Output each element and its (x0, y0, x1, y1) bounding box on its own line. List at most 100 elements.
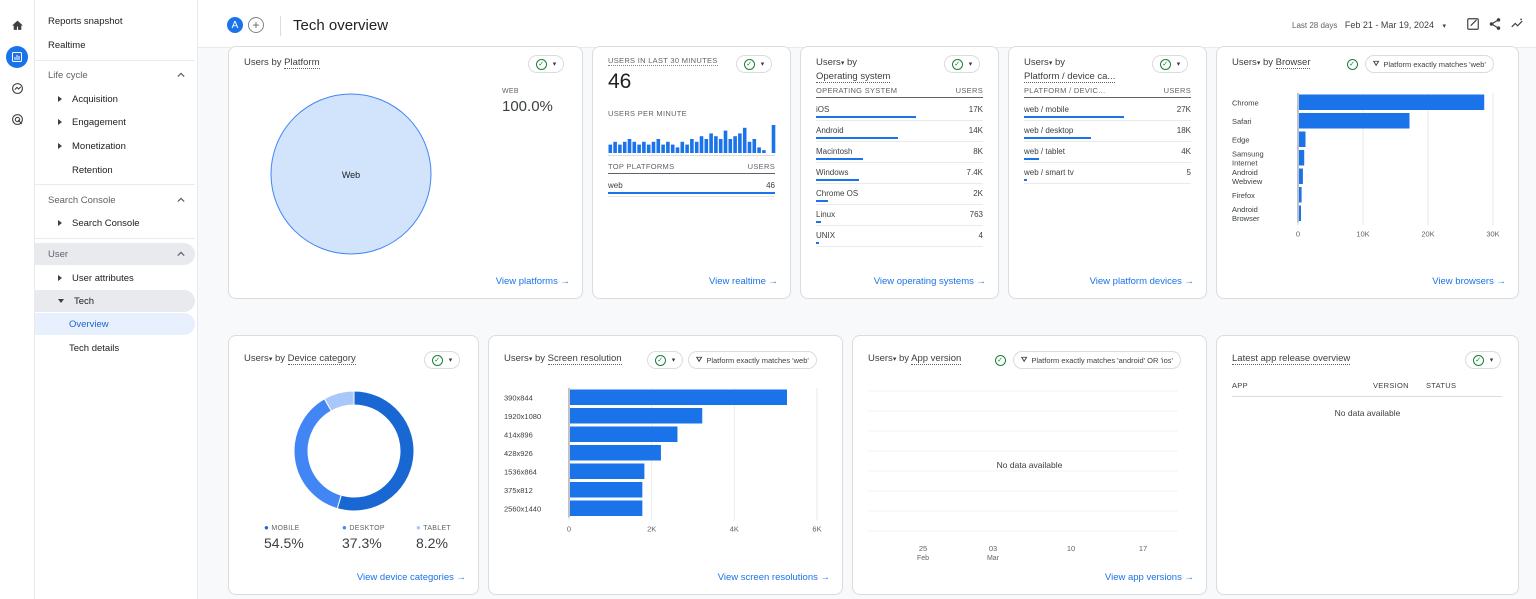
bar[interactable] (570, 500, 643, 517)
compare-check-button[interactable]: ✓ ▾ (528, 55, 564, 73)
minute-bar[interactable] (771, 125, 776, 153)
bar[interactable] (570, 426, 678, 443)
minute-bar[interactable] (733, 136, 737, 153)
view-os-link[interactable]: View operating systems → (874, 276, 986, 287)
dimension-picker[interactable]: Screen resolution (547, 353, 622, 365)
minute-bar[interactable] (651, 141, 656, 153)
minute-bar[interactable] (685, 144, 689, 153)
minute-bar[interactable] (642, 141, 646, 153)
customize-report-icon[interactable] (1466, 17, 1480, 31)
minute-bar[interactable] (709, 133, 713, 153)
view-platform-devices-link[interactable]: View platform devices → (1090, 276, 1194, 287)
nav-reports-snapshot[interactable]: Reports snapshot (35, 10, 195, 32)
minute-bar[interactable] (762, 150, 766, 153)
bar[interactable] (1299, 131, 1306, 148)
minute-bar[interactable] (661, 144, 665, 153)
bar[interactable] (1299, 187, 1302, 203)
nav-monetization[interactable]: Monetization (35, 135, 195, 157)
bar[interactable] (570, 463, 645, 480)
bar[interactable] (570, 482, 643, 498)
view-screen-resolutions-link[interactable]: View screen resolutions → (718, 572, 830, 583)
insights-icon[interactable] (1510, 17, 1524, 31)
table-row[interactable]: web / tablet 4K (1024, 143, 1191, 163)
table-row[interactable]: Linux 763 (816, 206, 983, 226)
view-platforms-link[interactable]: View platforms → (496, 276, 570, 287)
add-comparison-button[interactable]: + (248, 17, 264, 33)
table-row[interactable]: web 46 (608, 177, 775, 197)
minute-bar[interactable] (627, 139, 632, 153)
bar[interactable] (1299, 94, 1485, 111)
dimension-picker[interactable]: App version (911, 353, 962, 365)
nav-section-user[interactable]: User (35, 243, 195, 265)
nav-acquisition[interactable]: Acquisition (35, 88, 195, 110)
dimension-picker[interactable]: Device category (287, 353, 356, 365)
minute-bar[interactable] (675, 147, 680, 153)
dimension-picker[interactable]: Platform (284, 57, 320, 69)
minute-bar[interactable] (632, 141, 637, 153)
nav-realtime[interactable]: Realtime (35, 34, 195, 56)
bar[interactable] (570, 408, 703, 424)
minute-bar[interactable] (690, 139, 694, 153)
minute-bar[interactable] (714, 136, 718, 153)
bar[interactable] (1299, 205, 1301, 222)
nav-search-console[interactable]: Search Console (35, 212, 195, 234)
minute-bar[interactable] (666, 141, 670, 153)
minute-bar[interactable] (637, 144, 641, 153)
compare-check-button[interactable]: ✓ ▾ (1465, 351, 1501, 369)
nav-tech-details[interactable]: Tech details (35, 337, 195, 359)
view-app-versions-link[interactable]: View app versions → (1105, 572, 1194, 583)
nav-retention[interactable]: Retention (35, 159, 195, 181)
compare-check-button[interactable]: ✓ ▾ (647, 351, 683, 369)
comparison-avatar[interactable]: A (227, 17, 243, 33)
nav-user-attributes[interactable]: User attributes (35, 267, 195, 289)
minute-bar[interactable] (618, 144, 622, 153)
donut-slice[interactable] (293, 398, 342, 510)
compare-check-button[interactable]: ✓ ▾ (944, 55, 980, 73)
minute-bar[interactable] (738, 133, 742, 153)
minute-bar[interactable] (680, 141, 685, 153)
bar[interactable] (570, 445, 661, 461)
nav-tech[interactable]: Tech (35, 290, 195, 312)
compare-check-button[interactable]: ✓ (991, 351, 1009, 369)
minute-bar[interactable] (718, 139, 723, 153)
table-row[interactable]: Macintosh 8K (816, 143, 983, 163)
minute-bar[interactable] (757, 147, 761, 153)
table-row[interactable]: web / smart tv 5 (1024, 164, 1191, 184)
reports-icon[interactable] (6, 46, 28, 68)
nav-overview[interactable]: Overview (35, 313, 195, 335)
compare-check-button[interactable]: ✓ ▾ (424, 351, 460, 369)
minute-bar[interactable] (752, 139, 757, 153)
minute-bar[interactable] (704, 139, 709, 153)
table-row[interactable]: web / desktop 18K (1024, 122, 1191, 142)
bar[interactable] (1299, 150, 1305, 166)
table-row[interactable]: Windows 7.4K (816, 164, 983, 184)
bar[interactable] (1299, 168, 1303, 185)
dimension-picker[interactable]: Browser (1275, 57, 1311, 69)
minute-bar[interactable] (742, 127, 747, 153)
bar[interactable] (570, 389, 787, 406)
donut-slice[interactable] (336, 390, 415, 512)
share-icon[interactable] (1488, 17, 1502, 31)
table-row[interactable]: Chrome OS 2K (816, 185, 983, 205)
view-realtime-link[interactable]: View realtime → (709, 276, 778, 287)
advertising-icon[interactable] (6, 108, 28, 130)
minute-bar[interactable] (694, 141, 699, 153)
view-browsers-link[interactable]: View browsers → (1432, 276, 1506, 287)
minute-bar[interactable] (699, 136, 704, 153)
minute-bar[interactable] (723, 130, 728, 153)
minute-bar[interactable] (613, 141, 617, 153)
table-row[interactable]: web / mobile 27K (1024, 101, 1191, 121)
table-row[interactable]: UNIX 4 (816, 227, 983, 247)
table-row[interactable]: iOS 17K (816, 101, 983, 121)
minute-bar[interactable] (622, 141, 627, 153)
compare-check-button[interactable]: ✓ ▾ (1152, 55, 1188, 73)
minute-bar[interactable] (728, 139, 733, 153)
minute-bar[interactable] (747, 141, 752, 153)
nav-section-lifecycle[interactable]: Life cycle (35, 64, 195, 86)
table-row[interactable]: Android 14K (816, 122, 983, 142)
dimension-picker[interactable]: Platform / device ca... (1024, 71, 1116, 83)
filter-chip[interactable]: ⛛ Platform exactly matches 'web' (688, 351, 817, 369)
nav-engagement[interactable]: Engagement (35, 111, 195, 133)
minute-bar[interactable] (656, 139, 661, 153)
filter-chip[interactable]: ⛛ Platform exactly matches 'android' OR '… (1013, 351, 1181, 369)
